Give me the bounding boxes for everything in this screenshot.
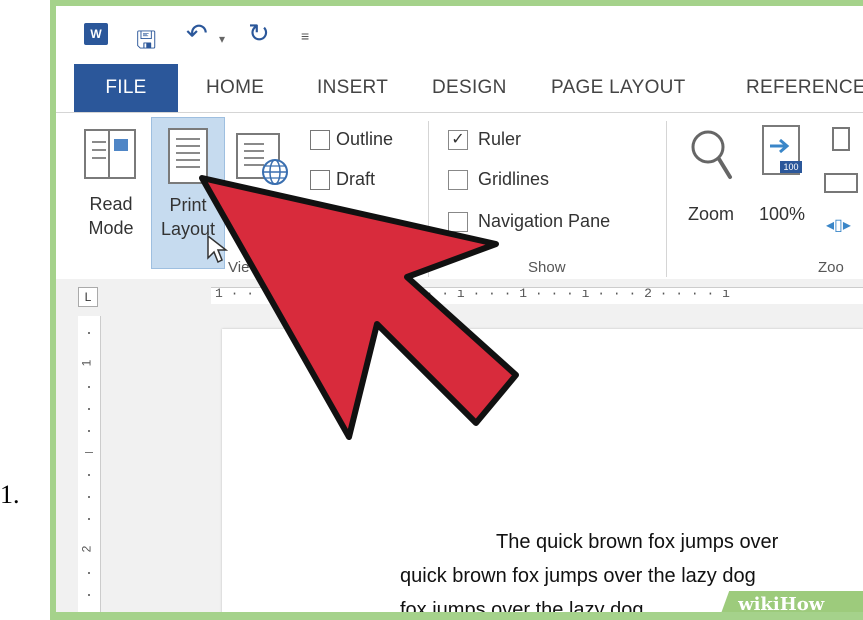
list-number: 1. xyxy=(0,480,20,509)
image-frame: W 🖫 ↶ ▾ ↻ ≡ FILE HOME INSERT DESIGN PAGE… xyxy=(50,0,863,620)
red-pointer-arrow-icon xyxy=(199,175,519,440)
word-window: W 🖫 ↶ ▾ ↻ ≡ FILE HOME INSERT DESIGN PAGE… xyxy=(56,6,863,612)
